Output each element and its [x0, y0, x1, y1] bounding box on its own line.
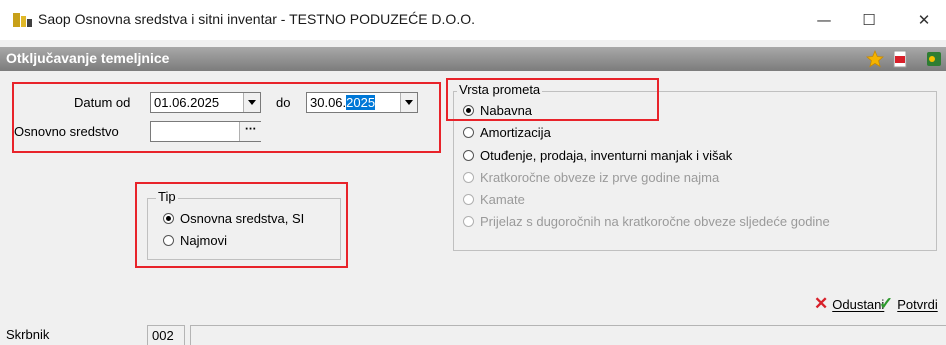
radio-empty-icon: [463, 172, 474, 183]
status-message: [190, 325, 946, 345]
window-titlebar: Saop Osnovna sredstva i sitni inventar -…: [0, 0, 946, 40]
datum-do-dropdown-button[interactable]: [400, 93, 417, 112]
tip-radio-najmovi[interactable]: Najmovi: [163, 233, 227, 248]
datum-od-dropdown-button[interactable]: [243, 93, 260, 112]
radio-selected-icon: [163, 213, 174, 224]
radio-empty-icon: [463, 194, 474, 205]
vrsta-prometa-title: Vrsta prometa: [457, 82, 543, 97]
vrsta-radio-kamate: Kamate: [463, 192, 525, 207]
radio-empty-icon: [463, 216, 474, 227]
vrsta-radio-otudenje[interactable]: Otuđenje, prodaja, inventurni manjak i v…: [463, 148, 732, 163]
cancel-button[interactable]: ✕ Odustani: [814, 294, 884, 314]
datum-do-field[interactable]: 30.06.2025: [306, 92, 418, 113]
app-logo-icon: [13, 13, 33, 27]
status-bar: Skrbnik 002: [0, 322, 946, 345]
status-label: Skrbnik: [6, 327, 50, 342]
radio-empty-icon: [463, 127, 474, 138]
tip-radio-osnovna-sredstva[interactable]: Osnovna sredstva, SI: [163, 211, 304, 226]
dialog-header: Otključavanje temeljnice: [0, 47, 946, 71]
vrsta-radio-kratkorocne-obveze: Kratkoročne obveze iz prve godine najma: [463, 170, 719, 185]
tip-group-title: Tip: [156, 189, 178, 204]
minimize-button[interactable]: —: [804, 7, 844, 33]
tip-groupbox: [147, 198, 341, 260]
vrsta-radio-prijelaz: Prijelaz s dugoročnih na kratkoročne obv…: [463, 214, 830, 229]
pdf-icon[interactable]: [891, 50, 909, 68]
do-label: do: [276, 95, 291, 110]
checkmark-icon: ✓: [879, 294, 894, 313]
radio-empty-icon: [463, 150, 474, 161]
vrsta-radio-nabavna[interactable]: Nabavna: [463, 103, 532, 118]
exit-icon[interactable]: [925, 50, 946, 68]
confirm-button[interactable]: ✓ Potvrdi: [879, 294, 938, 314]
star-icon[interactable]: [866, 49, 884, 68]
datum-od-field[interactable]: 01.06.2025: [150, 92, 261, 113]
radio-selected-icon: [463, 105, 474, 116]
status-value: 002: [147, 325, 185, 345]
vrsta-radio-amortizacija[interactable]: Amortizacija: [463, 125, 551, 140]
cancel-x-icon: ✕: [814, 294, 829, 313]
close-button[interactable]: ✕: [904, 7, 944, 33]
browse-dots-button[interactable]: ···: [239, 122, 261, 141]
maximize-button[interactable]: ☐: [849, 7, 889, 33]
datum-od-label: Datum od: [74, 95, 131, 110]
osnovno-sredstvo-label: Osnovno sredstvo: [14, 124, 119, 139]
dialog-title: Otključavanje temeljnice: [6, 50, 170, 66]
radio-empty-icon: [163, 235, 174, 246]
window-title: Saop Osnovna sredstva i sitni inventar -…: [38, 11, 475, 27]
